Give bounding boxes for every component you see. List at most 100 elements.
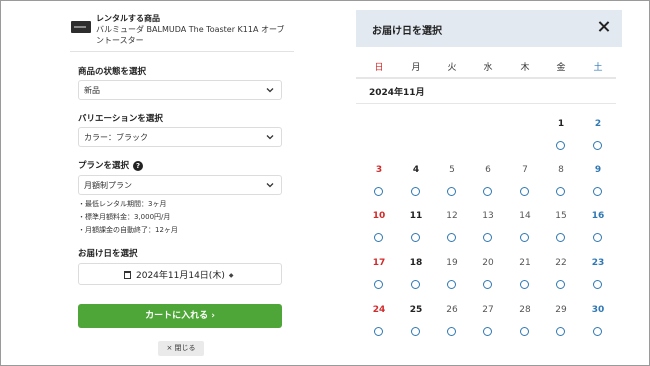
calendar-day[interactable]: 17 (367, 258, 391, 268)
available-circle-icon[interactable] (447, 327, 456, 336)
date-picker-modal: お届け日を選択 日月火水木金土 2024年11月 1 2 3 4 5 6 7 8 9 10 11 12… (356, 10, 622, 365)
condition-select[interactable]: 新品 (78, 80, 282, 100)
weekday-label: 日 (374, 63, 384, 73)
calendar-day[interactable]: 14 (513, 211, 537, 221)
available-circle-icon[interactable] (447, 233, 456, 242)
available-circle-icon[interactable] (411, 233, 420, 242)
available-circle-icon[interactable] (593, 327, 602, 336)
available-circle-icon[interactable] (374, 233, 383, 242)
calendar-day[interactable]: 27 (476, 305, 500, 315)
variation-select[interactable]: カラー：ブラック (78, 127, 282, 147)
calendar-day[interactable]: 16 (586, 211, 610, 221)
available-circle-icon[interactable] (411, 327, 420, 336)
condition-label: 商品の状態を選択 (78, 67, 147, 77)
available-circle-icon[interactable] (556, 280, 565, 289)
calendar-day[interactable]: 2 (586, 119, 610, 129)
available-circle-icon[interactable] (411, 187, 420, 196)
available-circle-icon[interactable] (374, 187, 383, 196)
chevron-down-icon (266, 135, 274, 140)
product-name: バルミューダ BALMUDA The Toaster K11A オーブントースタ… (96, 25, 285, 45)
close-icon[interactable] (596, 19, 612, 35)
chevron-down-icon (266, 88, 274, 93)
plan-select[interactable]: 月額制プラン (78, 175, 282, 195)
close-button[interactable]: × 閉じる (158, 341, 204, 356)
available-circle-icon[interactable] (593, 141, 602, 150)
available-circle-icon[interactable] (447, 187, 456, 196)
calendar-day[interactable]: 29 (549, 305, 573, 315)
calendar-day[interactable]: 25 (404, 305, 428, 315)
calendar-day[interactable]: 8 (549, 165, 573, 175)
plan-value: 月額制プラン (84, 181, 132, 190)
available-circle-icon[interactable] (520, 187, 529, 196)
page-frame: レンタルする商品 バルミューダ BALMUDA The Toaster K11A… (0, 0, 650, 366)
available-circle-icon[interactable] (520, 233, 529, 242)
variation-label: バリエーションを選択 (78, 114, 163, 124)
calendar-day[interactable]: 19 (440, 258, 464, 268)
delivery-date-display: 2024年11月14日(木) ◆ (124, 268, 233, 281)
calendar-icon (124, 271, 131, 279)
divider (356, 77, 616, 79)
available-circle-icon[interactable] (556, 187, 565, 196)
calendar-day[interactable]: 9 (586, 165, 610, 175)
available-circle-icon[interactable] (374, 327, 383, 336)
available-circle-icon[interactable] (520, 327, 529, 336)
available-circle-icon[interactable] (556, 327, 565, 336)
calendar-day[interactable]: 3 (367, 165, 391, 175)
weekday-label: 金 (556, 63, 566, 73)
delivery-label: お届け日を選択 (78, 249, 138, 259)
available-circle-icon[interactable] (483, 280, 492, 289)
available-circle-icon[interactable] (556, 233, 565, 242)
modal-header: お届け日を選択 (356, 10, 622, 47)
available-circle-icon[interactable] (593, 280, 602, 289)
add-to-cart-button[interactable]: カートに入れる › (78, 304, 282, 328)
calendar-day[interactable]: 23 (586, 258, 610, 268)
condition-value: 新品 (84, 86, 100, 95)
calendar-day[interactable]: 11 (404, 211, 428, 221)
available-circle-icon[interactable] (593, 233, 602, 242)
available-circle-icon[interactable] (374, 280, 383, 289)
calendar-day[interactable]: 22 (549, 258, 573, 268)
available-circle-icon[interactable] (447, 280, 456, 289)
up-down-icon: ◆ (228, 272, 234, 279)
weekday-label: 火 (447, 63, 457, 73)
chevron-down-icon (266, 183, 274, 188)
available-circle-icon[interactable] (483, 233, 492, 242)
calendar-day[interactable]: 4 (404, 165, 428, 175)
delivery-date-field[interactable]: 2024年11月14日(木) ◆ (78, 263, 282, 285)
product-heading: レンタルする商品 (96, 14, 160, 23)
calendar-day[interactable]: 24 (367, 305, 391, 315)
weekday-label: 月 (411, 63, 421, 73)
calendar-day[interactable]: 12 (440, 211, 464, 221)
weekday-label: 木 (520, 63, 530, 73)
calendar-day[interactable]: 13 (476, 211, 500, 221)
calendar-day[interactable]: 20 (476, 258, 500, 268)
calendar-day[interactable]: 21 (513, 258, 537, 268)
help-icon[interactable]: ? (133, 160, 144, 171)
available-circle-icon[interactable] (556, 141, 565, 150)
available-circle-icon[interactable] (520, 280, 529, 289)
available-circle-icon[interactable] (483, 327, 492, 336)
variation-value: カラー：ブラック (84, 133, 148, 142)
plan-label: プランを選択 (78, 161, 130, 171)
product-thumbnail (71, 21, 91, 33)
plan-note: ・最低レンタル期間：3ヶ月 (78, 200, 167, 208)
calendar-day[interactable]: 6 (476, 165, 500, 175)
plan-note: ・標準月額料金：3,000円/月 (78, 213, 171, 221)
plan-notes: ・最低レンタル期間：3ヶ月 ・標準月額料金：3,000円/月 ・月額課金の自動終… (78, 198, 178, 237)
divider (356, 103, 616, 104)
available-circle-icon[interactable] (483, 187, 492, 196)
calendar-day[interactable]: 5 (440, 165, 464, 175)
available-circle-icon[interactable] (411, 280, 420, 289)
calendar-day[interactable]: 7 (513, 165, 537, 175)
calendar-day[interactable]: 15 (549, 211, 573, 221)
calendar-day[interactable]: 30 (586, 305, 610, 315)
modal-title: お届け日を選択 (372, 26, 442, 37)
plan-label-row: プランを選択? (78, 159, 144, 171)
available-circle-icon[interactable] (593, 187, 602, 196)
calendar-day[interactable]: 18 (404, 258, 428, 268)
calendar-day[interactable]: 1 (549, 119, 573, 129)
plan-note: ・月額課金の自動終了：12ヶ月 (78, 226, 178, 234)
calendar-day[interactable]: 10 (367, 211, 391, 221)
calendar-day[interactable]: 26 (440, 305, 464, 315)
calendar-day[interactable]: 28 (513, 305, 537, 315)
